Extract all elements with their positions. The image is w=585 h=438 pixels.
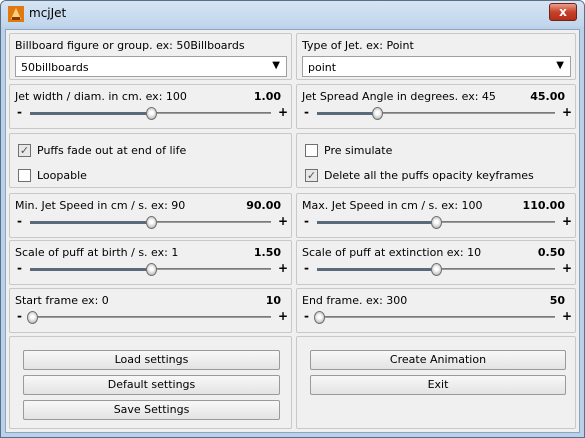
- slider-track[interactable]: [30, 216, 271, 229]
- increment-button[interactable]: +: [562, 214, 572, 228]
- loopable-checkbox[interactable]: [18, 169, 31, 182]
- close-button[interactable]: x: [549, 3, 577, 21]
- chevron-down-icon: ▼: [272, 60, 280, 71]
- decrement-button[interactable]: -: [304, 309, 309, 323]
- billboard-panel: Billboard figure or group. ex: 50Billboa…: [9, 33, 292, 80]
- max-speed-panel: Max. Jet Speed in cm / s. ex: 100 110.00 -…: [296, 193, 576, 238]
- jet-spread-panel: Jet Spread Angle in degrees. ex: 45 45.00…: [296, 84, 576, 129]
- app-icon: [8, 6, 24, 22]
- slider-thumb[interactable]: [431, 216, 442, 229]
- slider-track[interactable]: [314, 311, 555, 324]
- increment-button[interactable]: +: [562, 261, 572, 275]
- slider-label: Scale of puff at birth / s. ex: 1: [15, 246, 179, 259]
- slider-thumb[interactable]: [27, 311, 39, 324]
- increment-button[interactable]: +: [278, 105, 288, 119]
- slider-fill: [30, 112, 151, 115]
- app-window: mcjJet x Billboard figure or group. ex: …: [0, 0, 585, 438]
- slider-track[interactable]: [27, 311, 271, 324]
- slider-thumb[interactable]: [371, 107, 383, 120]
- billboard-selected-value: 50billboards: [21, 61, 89, 74]
- default-settings-button[interactable]: Default settings: [23, 375, 280, 395]
- slider-value: 45.00: [530, 90, 565, 103]
- slider-value: 50: [549, 294, 565, 307]
- client-area: Billboard figure or group. ex: 50Billboa…: [5, 29, 580, 433]
- slider-fill: [317, 112, 377, 115]
- decrement-button[interactable]: -: [17, 309, 22, 323]
- create-animation-button[interactable]: Create Animation: [310, 350, 566, 370]
- slider-fill: [317, 268, 436, 271]
- slider-thumb[interactable]: [145, 263, 157, 276]
- slider-thumb[interactable]: [314, 311, 326, 324]
- action-buttons-panel: Create Animation Exit: [296, 336, 576, 429]
- scale-extinction-panel: Scale of puff at extinction ex: 10 0.50 - +: [296, 240, 576, 285]
- load-settings-button[interactable]: Load settings: [23, 350, 280, 370]
- slider-track[interactable]: [317, 216, 555, 229]
- delete-keyframes-checkbox[interactable]: ✓: [305, 169, 318, 182]
- slider-label: Jet width / diam. in cm. ex: 100: [15, 90, 187, 103]
- slider-thumb[interactable]: [145, 216, 157, 229]
- check-icon: ✓: [306, 169, 317, 182]
- slider-track[interactable]: [30, 107, 271, 120]
- decrement-button[interactable]: -: [17, 261, 22, 275]
- decrement-button[interactable]: -: [304, 105, 309, 119]
- increment-button[interactable]: +: [278, 214, 288, 228]
- increment-button[interactable]: +: [562, 105, 572, 119]
- slider-fill: [317, 221, 436, 224]
- pre-simulate-checkbox[interactable]: [305, 144, 318, 157]
- puffs-fade-checkbox[interactable]: ✓: [18, 144, 31, 157]
- jet-type-dropdown[interactable]: point ▼: [302, 56, 571, 77]
- slider-value: 10: [265, 294, 281, 307]
- slider-value: 1.50: [253, 246, 281, 259]
- puffs-fade-label[interactable]: Puffs fade out at end of life: [37, 144, 186, 157]
- scale-birth-panel: Scale of puff at birth / s. ex: 1 1.50 - +: [9, 240, 292, 285]
- loopable-label[interactable]: Loopable: [37, 169, 87, 182]
- slider-track[interactable]: [317, 107, 555, 120]
- slider-fill: [30, 221, 151, 224]
- slider-value: 1.00: [253, 90, 281, 103]
- slider-thumb[interactable]: [145, 107, 157, 120]
- pre-simulate-label[interactable]: Pre simulate: [324, 144, 392, 157]
- options-left-panel: ✓ Puffs fade out at end of life Loopable: [9, 133, 292, 188]
- slider-label: Start frame ex: 0: [15, 294, 109, 307]
- decrement-button[interactable]: -: [17, 214, 22, 228]
- jet-width-panel: Jet width / diam. in cm. ex: 100 1.00 - +: [9, 84, 292, 129]
- min-speed-panel: Min. Jet Speed in cm / s. ex: 90 90.00 - +: [9, 193, 292, 238]
- settings-buttons-panel: Load settings Default settings Save Sett…: [9, 336, 292, 429]
- save-settings-button[interactable]: Save Settings: [23, 400, 280, 420]
- slider-value: 110.00: [522, 199, 565, 212]
- jet-type-panel: Type of Jet. ex: Point point ▼: [296, 33, 576, 80]
- slider-thumb[interactable]: [431, 263, 442, 276]
- close-icon: x: [559, 5, 567, 19]
- title-bar[interactable]: mcjJet x: [1, 1, 584, 27]
- jet-type-selected-value: point: [308, 61, 337, 74]
- chevron-down-icon: ▼: [556, 60, 564, 71]
- slider-value: 90.00: [246, 199, 281, 212]
- slider-label: End frame. ex: 300: [302, 294, 408, 307]
- decrement-button[interactable]: -: [304, 261, 309, 275]
- exit-button[interactable]: Exit: [310, 375, 566, 395]
- slider-fill: [30, 268, 151, 271]
- increment-button[interactable]: +: [562, 309, 572, 323]
- check-icon: ✓: [19, 144, 30, 157]
- billboard-label: Billboard figure or group. ex: 50Billboa…: [15, 39, 245, 52]
- slider-value: 0.50: [537, 246, 565, 259]
- slider-label: Max. Jet Speed in cm / s. ex: 100: [302, 199, 483, 212]
- options-right-panel: Pre simulate ✓ Delete all the puffs opac…: [296, 133, 576, 188]
- start-frame-panel: Start frame ex: 0 10 - +: [9, 288, 292, 333]
- delete-keyframes-label[interactable]: Delete all the puffs opacity keyframes: [324, 169, 534, 182]
- decrement-button[interactable]: -: [304, 214, 309, 228]
- billboard-dropdown[interactable]: 50billboards ▼: [15, 56, 287, 77]
- increment-button[interactable]: +: [278, 309, 288, 323]
- increment-button[interactable]: +: [278, 261, 288, 275]
- slider-label: Scale of puff at extinction ex: 10: [302, 246, 482, 259]
- slider-track[interactable]: [30, 263, 271, 276]
- slider-track[interactable]: [317, 263, 555, 276]
- jet-type-label: Type of Jet. ex: Point: [302, 39, 414, 52]
- end-frame-panel: End frame. ex: 300 50 - +: [296, 288, 576, 333]
- window-title: mcjJet: [29, 6, 67, 20]
- slider-label: Jet Spread Angle in degrees. ex: 45: [302, 90, 496, 103]
- decrement-button[interactable]: -: [17, 105, 22, 119]
- slider-label: Min. Jet Speed in cm / s. ex: 90: [15, 199, 186, 212]
